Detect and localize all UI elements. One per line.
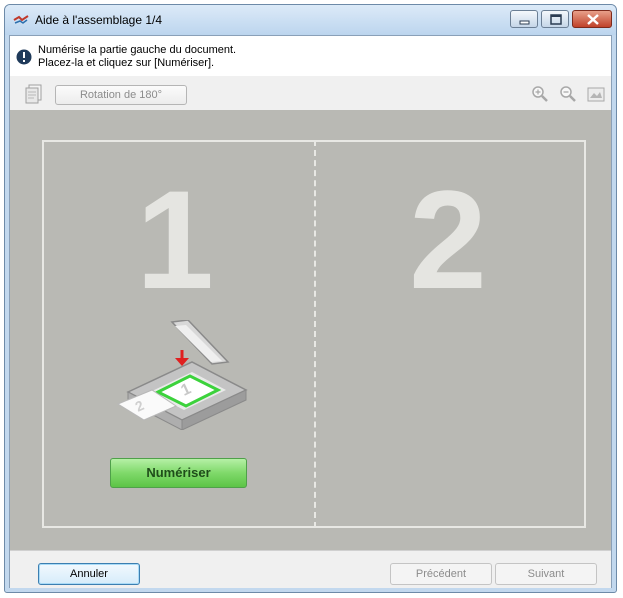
close-icon xyxy=(587,14,599,25)
info-icon xyxy=(16,49,32,65)
left-page-number: 1 xyxy=(136,161,214,318)
maximize-button[interactable] xyxy=(541,10,569,28)
minimize-icon xyxy=(519,20,530,25)
toolbar: Rotation de 180° xyxy=(10,76,611,110)
preview-canvas: 1 2 1 2 Numériser xyxy=(10,110,611,550)
zoom-in-icon[interactable] xyxy=(531,85,549,103)
dialog-client-area: Numérise la partie gauche du document. P… xyxy=(9,35,612,588)
scan-button[interactable]: Numériser xyxy=(110,458,247,488)
previous-button[interactable]: Précédent xyxy=(390,563,492,585)
title-bar[interactable]: Aide à l'assemblage 1/4 xyxy=(5,5,616,35)
info-bar: Numérise la partie gauche du document. P… xyxy=(10,36,611,77)
instruction-line-1: Numérise la partie gauche du document. xyxy=(38,44,237,56)
minimize-button[interactable] xyxy=(510,10,538,28)
zoom-out-icon[interactable] xyxy=(559,85,577,103)
document-icon xyxy=(25,84,42,104)
next-button[interactable]: Suivant xyxy=(495,563,597,585)
right-page-number: 2 xyxy=(409,161,487,318)
cancel-button[interactable]: Annuler xyxy=(38,563,140,585)
instruction-line-2: Placez-la et cliquez sur [Numériser]. xyxy=(38,57,215,69)
close-button[interactable] xyxy=(572,10,612,28)
maximize-icon xyxy=(550,14,562,25)
page-divider xyxy=(314,140,316,528)
dialog-footer: Annuler Précédent Suivant xyxy=(10,550,611,588)
assembly-help-window: Aide à l'assemblage 1/4 Numérise la part… xyxy=(4,4,617,593)
app-icon xyxy=(13,15,29,24)
fit-page-icon[interactable] xyxy=(587,85,605,103)
window-title: Aide à l'assemblage 1/4 xyxy=(35,13,163,27)
rotate-180-button[interactable]: Rotation de 180° xyxy=(55,85,187,105)
scanner-illustration-icon: 1 2 xyxy=(116,320,248,430)
